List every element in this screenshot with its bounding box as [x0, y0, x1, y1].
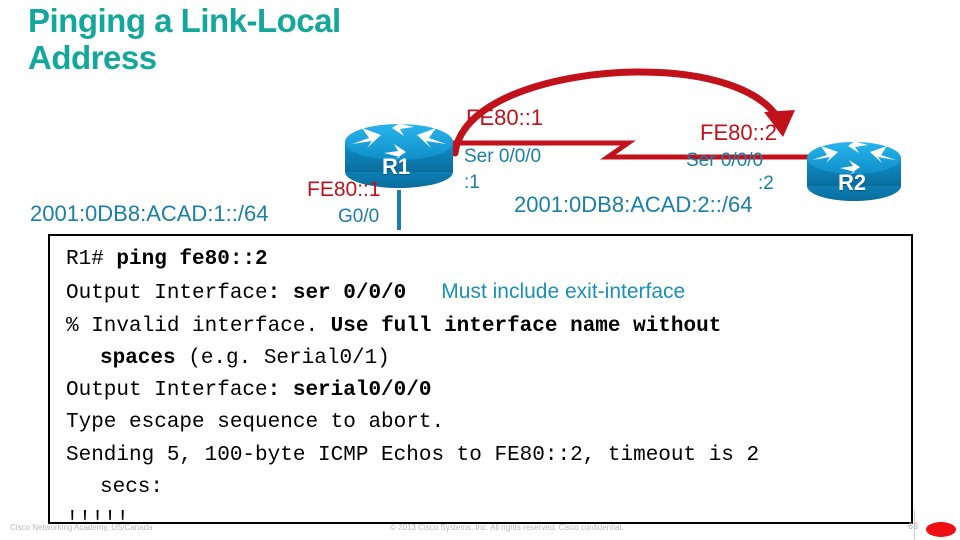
- console-line: Type escape sequence to abort.: [66, 407, 911, 439]
- console-text: secs:: [100, 476, 164, 500]
- r2-wan-linklocal-label: FE80::2: [700, 120, 778, 145]
- page-number: 63: [907, 521, 918, 531]
- console-text: Type escape sequence to abort.: [66, 411, 445, 435]
- r1-wan-interface-label: Ser 0/0/0: [464, 146, 542, 167]
- console-lines: R1# ping fe80::2 Output Interface: ser 0/…: [50, 236, 911, 524]
- r1-wan-hostid-label: :1: [464, 172, 480, 193]
- brand-dot-icon: [926, 522, 956, 537]
- console-text-bold: spaces: [100, 346, 189, 370]
- footer-left-text: Cisco Networking Academy, US/Canada: [10, 523, 153, 532]
- network-diagram: R1 R2 FE80::1 FE80::2 Ser 0/0/0 :1 Ser 0…: [0, 40, 960, 230]
- right-network-label: 2001:0DB8:ACAD:2::/64: [514, 192, 753, 217]
- console-text: Output Interface: [66, 379, 268, 403]
- console-line: !!!!!: [66, 504, 911, 524]
- console-output-box: R1# ping fe80::2 Output Interface: ser 0/…: [48, 234, 913, 524]
- r1-lan-linklocal-label: FE80::1: [307, 178, 381, 201]
- r2-wan-interface-label: Ser 0/0/0: [686, 150, 764, 171]
- router-label-r2: R2: [838, 170, 867, 195]
- console-annotation: Must include exit-interface: [406, 280, 686, 304]
- console-text-bold: : serial0/0/0: [267, 379, 432, 403]
- console-line: Output Interface: ser 0/0/0 Must include…: [66, 276, 911, 310]
- console-line: Output Interface: serial0/0/0: [66, 375, 911, 407]
- console-text: Sending 5, 100-byte ICMP Echos to FE80::…: [66, 443, 760, 467]
- r1-lan-interface-label: G0/0: [338, 206, 380, 227]
- left-network-label: 2001:0DB8:ACAD:1::/64: [30, 201, 269, 226]
- console-text: Output Interface: [66, 282, 268, 306]
- console-text-bold: : ser 0/0/0: [267, 282, 407, 306]
- console-text: !!!!!: [66, 508, 130, 524]
- console-text: R1#: [66, 248, 117, 271]
- r2-wan-hostid-label: :2: [758, 173, 774, 194]
- slide-canvas: Pinging a Link-Local Address R1 R2 FE80:…: [0, 0, 960, 540]
- console-text: (e.g. Serial0/1): [188, 346, 390, 370]
- console-text: % Invalid interface.: [66, 314, 331, 338]
- console-line: Sending 5, 100-byte ICMP Echos to FE80::…: [66, 440, 911, 472]
- console-line: % Invalid interface. Use full interface …: [66, 311, 911, 343]
- console-line: R1# ping fe80::2: [66, 244, 911, 276]
- console-text-bold: ping fe80::2: [116, 248, 268, 271]
- footer-copyright: © 2013 Cisco Systems, Inc. All rights re…: [390, 523, 624, 532]
- console-line: spaces (e.g. Serial0/1): [66, 343, 911, 375]
- console-text-bold: Use full interface name without: [330, 314, 722, 338]
- router-label-r1: R1: [382, 154, 411, 179]
- r1-wan-linklocal-label: FE80::1: [466, 105, 544, 130]
- console-line: secs:: [66, 472, 911, 504]
